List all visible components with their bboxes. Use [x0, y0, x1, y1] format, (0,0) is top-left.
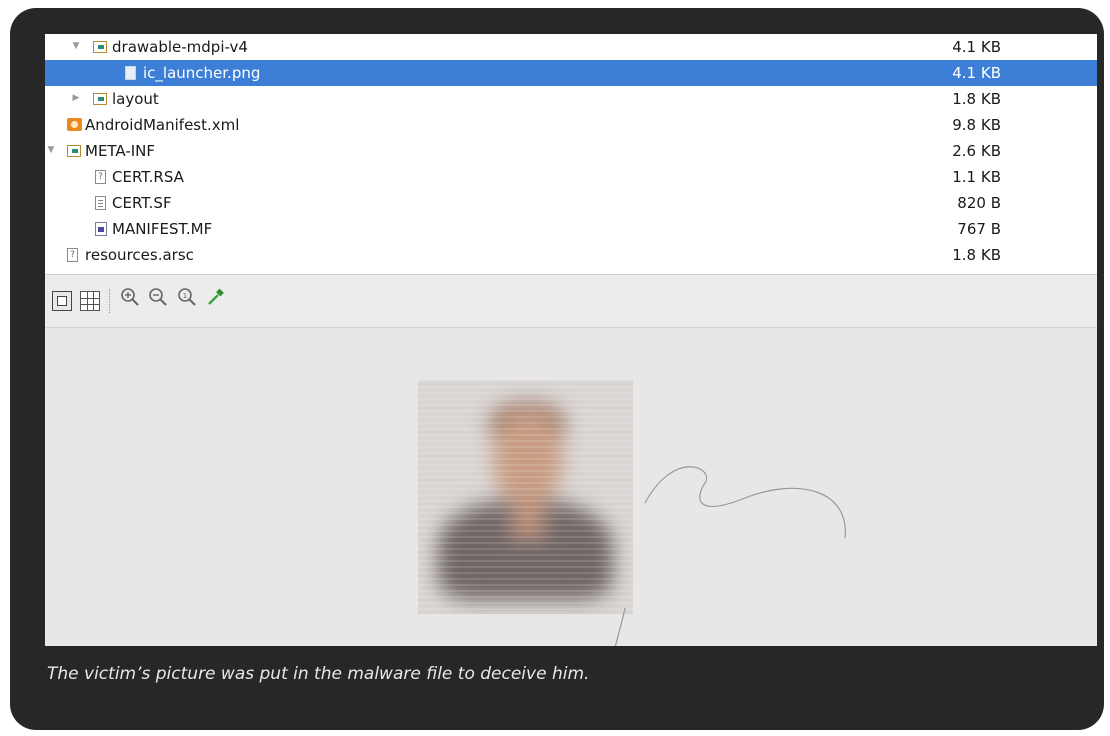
tree-row-size: 2.6 KB	[952, 142, 1001, 160]
tree-row-label: CERT.SF	[112, 194, 172, 212]
image-preview-canvas	[45, 328, 1097, 646]
tree-row-drawable-mdpi-v4[interactable]: ▼ drawable-mdpi-v4 4.1 KB	[45, 34, 1097, 60]
zoom-out-icon[interactable]	[147, 287, 169, 307]
tree-row-size: 4.1 KB	[952, 64, 1001, 82]
disclosure-expanded-icon[interactable]: ▼	[45, 145, 57, 155]
tree-row-size: 9.8 KB	[952, 116, 1001, 134]
tree-row-label: resources.arsc	[85, 246, 194, 264]
tree-row-label: AndroidManifest.xml	[85, 116, 240, 134]
actual-size-icon[interactable]: 1	[176, 287, 198, 307]
tree-row-label: ic_launcher.png	[143, 64, 261, 82]
tree-row-size: 1.1 KB	[952, 168, 1001, 186]
manifest-file-icon	[95, 222, 107, 236]
toolbar-separator	[109, 289, 111, 313]
image-caption: The victim’s picture was put in the malw…	[47, 664, 590, 684]
tree-row-resources-arsc[interactable]: ? resources.arsc 1.8 KB	[45, 242, 1097, 268]
disclosure-expanded-icon[interactable]: ▼	[70, 41, 82, 51]
tree-row-cert-sf[interactable]: CERT.SF 820 B	[45, 190, 1097, 216]
tree-row-label: drawable-mdpi-v4	[112, 38, 248, 56]
tree-row-size: 767 B	[957, 220, 1001, 238]
tree-row-label: layout	[112, 90, 159, 108]
pencil-sketch-lines	[614, 466, 846, 646]
folder-icon	[93, 41, 107, 53]
unknown-file-icon: ?	[95, 170, 106, 184]
tree-row-meta-inf[interactable]: ▼ META-INF 2.6 KB	[45, 138, 1097, 164]
unknown-file-icon: ?	[67, 248, 78, 262]
tree-row-size: 4.1 KB	[952, 38, 1001, 56]
eyedropper-icon[interactable]	[205, 287, 227, 307]
fit-to-window-icon[interactable]	[52, 291, 72, 311]
tree-row-size: 820 B	[957, 194, 1001, 212]
grid-toggle-icon[interactable]	[80, 291, 100, 311]
image-viewer-toolbar: 1	[45, 275, 1097, 524]
file-tree: ▼ drawable-mdpi-v4 4.1 KB ic_launcher.pn…	[45, 34, 1097, 274]
xml-file-icon	[67, 118, 82, 131]
tree-row-label: CERT.RSA	[112, 168, 184, 186]
text-file-icon	[95, 196, 106, 210]
tree-row-ic-launcher[interactable]: ic_launcher.png 4.1 KB	[45, 60, 1097, 86]
folder-icon	[67, 145, 81, 157]
tree-row-androidmanifest[interactable]: AndroidManifest.xml 9.8 KB	[45, 112, 1097, 138]
zoom-in-icon[interactable]	[119, 287, 141, 307]
tree-row-manifest-mf[interactable]: MANIFEST.MF 767 B	[45, 216, 1097, 242]
tree-row-label: META-INF	[85, 142, 156, 160]
file-browser-window: ▼ drawable-mdpi-v4 4.1 KB ic_launcher.pn…	[45, 34, 1097, 646]
folder-icon	[93, 93, 107, 105]
png-file-icon	[125, 66, 136, 80]
tree-row-label: MANIFEST.MF	[112, 220, 213, 238]
tree-row-layout[interactable]: ▶ layout 1.8 KB	[45, 86, 1097, 112]
disclosure-collapsed-icon[interactable]: ▶	[70, 93, 82, 103]
tree-row-cert-rsa[interactable]: ? CERT.RSA 1.1 KB	[45, 164, 1097, 190]
svg-text:1: 1	[183, 292, 187, 300]
tree-row-size: 1.8 KB	[952, 246, 1001, 264]
tree-row-size: 1.8 KB	[952, 90, 1001, 108]
